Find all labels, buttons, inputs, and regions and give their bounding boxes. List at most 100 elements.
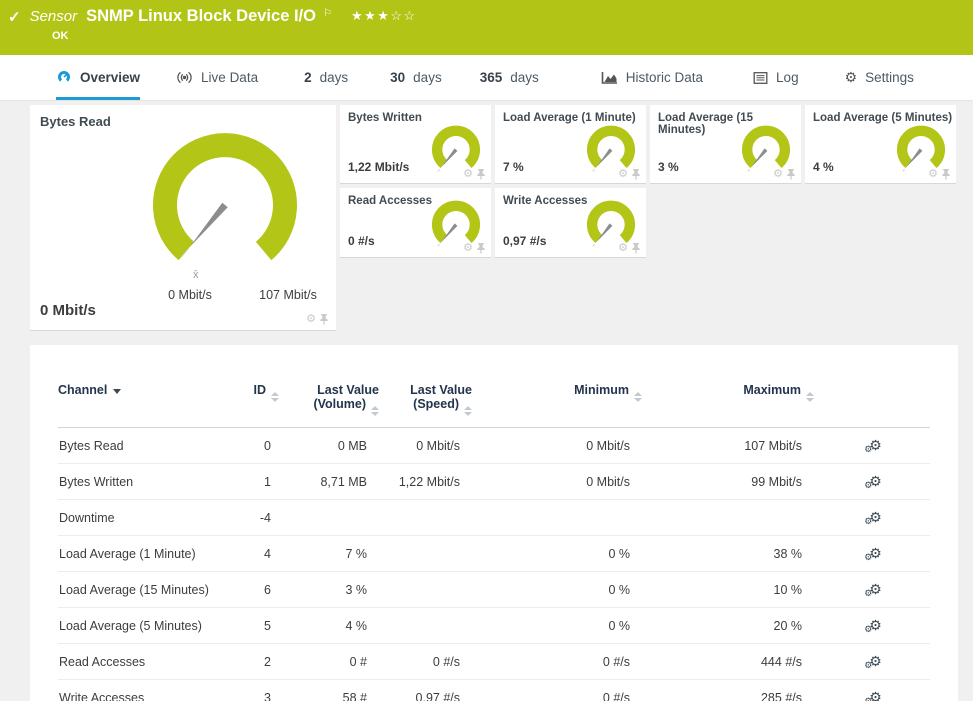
pin-icon[interactable] [632,243,640,254]
gauge-tile-bytes-read[interactable]: Bytes Read x̄ 0 Mbit/s 107 Mbit/s 0 Mbit… [30,105,336,331]
minimum-value: 0 Mbit/s [478,464,648,500]
last-value-volume: 58 # [285,680,385,701]
maximum-value: 444 #/s [648,644,820,680]
channel-id: 1 [240,464,285,500]
gear-icon[interactable]: ⚙ [306,314,316,325]
tab-30-days[interactable]: 30 days [390,55,442,100]
edit-channel-gears-icon[interactable]: ⚙⚙ [869,510,882,524]
column-label: Last Value [285,383,379,397]
tab-live-data[interactable]: Live Data [176,55,258,100]
status-badge: OK [52,30,69,42]
tab-historic-data[interactable]: Historic Data [601,55,703,100]
flag-icon[interactable]: ⚐ [323,8,332,19]
log-list-icon [753,72,768,84]
last-value-speed [385,536,478,572]
column-header-id[interactable]: ID [240,381,285,428]
sort-icon[interactable] [634,392,642,402]
sort-icon[interactable] [806,392,814,402]
channel-table-panel: Channel ID Last Value (Volume) Last Valu… [30,345,958,701]
column-header-channel[interactable]: Channel [58,381,240,428]
edit-channel-gears-icon[interactable]: ⚙⚙ [869,474,882,488]
channel-id: 6 [240,572,285,608]
pin-icon[interactable] [632,169,640,180]
tab-2-days[interactable]: 2 days [304,55,348,100]
table-row: Write Accesses 3 58 # 0,97 #/s 0 #/s 285… [58,680,930,701]
gauge-min-label: 0 Mbit/s [148,288,232,302]
minimum-value: 0 % [478,572,648,608]
pin-icon[interactable] [320,314,328,325]
channel-name: Load Average (1 Minute) [58,536,240,572]
pin-icon[interactable] [477,169,485,180]
gauge-tile-load-average-1-minute[interactable]: Load Average (1 Minute) 7 % ⚙ [495,105,646,184]
edit-channel-gears-icon[interactable]: ⚙⚙ [869,582,882,596]
sort-icon[interactable] [271,392,279,402]
channel-id: 5 [240,608,285,644]
column-label: ID [254,383,267,397]
gauge-title: Write Accesses [503,195,587,207]
pin-icon[interactable] [787,169,795,180]
channel-id: 0 [240,428,285,464]
column-header-minimum[interactable]: Minimum [478,381,648,428]
last-value-speed: 1,22 Mbit/s [385,464,478,500]
tab-log[interactable]: Log [753,55,799,100]
sensor-title: SNMP Linux Block Device I/O [86,7,316,26]
tab-365-days[interactable]: 365 days [480,55,539,100]
gear-icon[interactable]: ⚙ [463,243,473,254]
tab-bar: Overview Live Data 2 days 30 days 365 da… [0,55,973,101]
minimum-value: 0 #/s [478,680,648,701]
sensor-header: ✓ Sensor SNMP Linux Block Device I/O ⚐ ★… [0,0,973,55]
edit-channel-gears-icon[interactable]: ⚙⚙ [869,618,882,632]
last-value-volume [285,500,385,536]
gauge-tile-write-accesses[interactable]: Write Accesses 0,97 #/s ⚙ [495,188,646,258]
tab-number: 365 [480,70,503,85]
gauge-icon [56,70,72,85]
gauge-tile-bytes-written[interactable]: Bytes Written 1,22 Mbit/s ⚙ [340,105,491,184]
table-row: Bytes Written 1 8,71 MB 1,22 Mbit/s 0 Mb… [58,464,930,500]
edit-channel-gears-icon[interactable]: ⚙⚙ [869,690,882,701]
gauge-tile-load-average-15-minutes[interactable]: Load Average (15 Minutes) 3 % ⚙ [650,105,801,184]
gear-icon[interactable]: ⚙ [463,169,473,180]
tab-settings[interactable]: ⚙ Settings [845,55,914,100]
pin-icon[interactable] [477,243,485,254]
last-value-volume: 4 % [285,608,385,644]
pin-icon[interactable] [942,169,950,180]
last-value-volume: 0 MB [285,428,385,464]
gauge-title: Bytes Written [348,112,422,124]
priority-star-rating[interactable]: ★★★☆☆ [351,8,417,24]
column-label: (Speed) [413,397,459,411]
settings-gear-icon: ⚙ [845,69,858,86]
sort-icon[interactable] [371,406,379,416]
table-row: Read Accesses 2 0 # 0 #/s 0 #/s 444 #/s … [58,644,930,680]
channel-id: 3 [240,680,285,701]
tab-label: Historic Data [626,70,703,85]
edit-channel-gears-icon[interactable]: ⚙⚙ [869,438,882,452]
last-value-speed: 0 Mbit/s [385,428,478,464]
tab-overview[interactable]: Overview [56,55,140,100]
channel-table: Channel ID Last Value (Volume) Last Valu… [58,381,930,701]
column-label: Channel [58,383,107,397]
gauge-current-value: 7 % [503,160,524,174]
gauge-current-value: 3 % [658,160,679,174]
gauge-tile-load-average-5-minutes[interactable]: Load Average (5 Minutes) 4 % ⚙ [805,105,956,184]
gear-icon[interactable]: ⚙ [618,169,628,180]
table-row: Load Average (1 Minute) 4 7 % 0 % 38 % ⚙… [58,536,930,572]
live-data-icon [176,71,193,84]
channel-name: Bytes Written [58,464,240,500]
column-label: Last Value [385,383,472,397]
column-header-last-value-volume[interactable]: Last Value (Volume) [285,381,385,428]
channel-id: 4 [240,536,285,572]
table-row: Load Average (15 Minutes) 6 3 % 0 % 10 %… [58,572,930,608]
historic-data-chart-icon [601,71,618,85]
gear-icon[interactable]: ⚙ [618,243,628,254]
last-value-volume: 0 # [285,644,385,680]
column-header-maximum[interactable]: Maximum [648,381,820,428]
gear-icon[interactable]: ⚙ [773,169,783,180]
sort-icon[interactable] [464,406,472,416]
column-header-last-value-speed[interactable]: Last Value (Speed) [385,381,478,428]
gear-icon[interactable]: ⚙ [928,169,938,180]
edit-channel-gears-icon[interactable]: ⚙⚙ [869,546,882,560]
gauge-tile-read-accesses[interactable]: Read Accesses 0 #/s ⚙ [340,188,491,258]
channel-name: Write Accesses [58,680,240,701]
edit-channel-gears-icon[interactable]: ⚙⚙ [869,654,882,668]
tab-label: days [510,70,539,85]
